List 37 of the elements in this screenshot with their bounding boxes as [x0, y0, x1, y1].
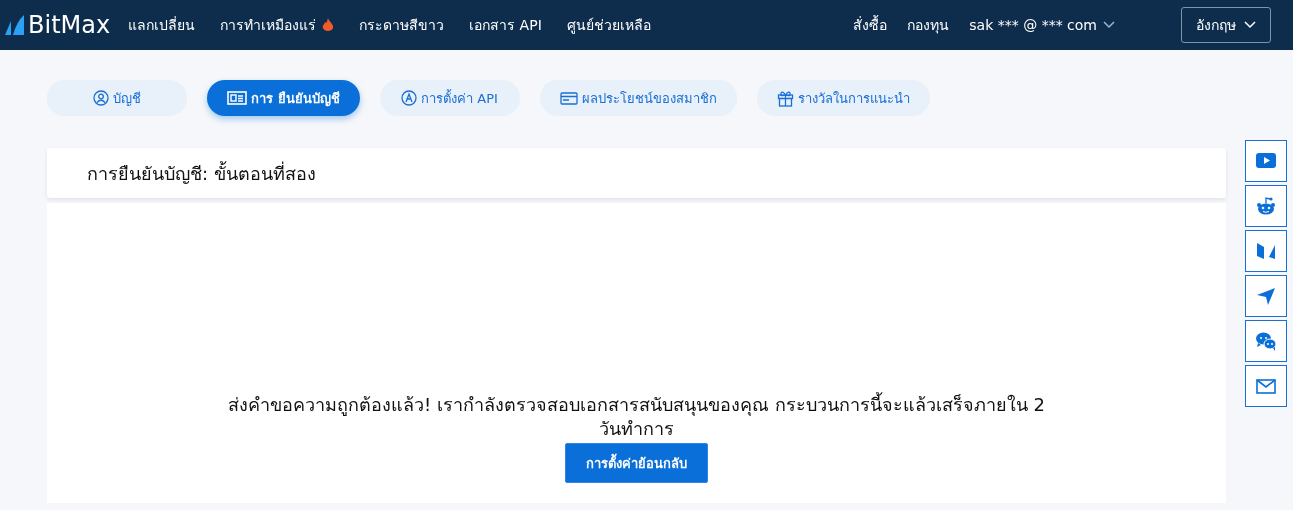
language-dropdown[interactable]: อังกฤษ	[1181, 7, 1271, 43]
id-card-icon	[227, 91, 247, 105]
tab[interactable]: การตั้งค่า API	[379, 80, 520, 116]
tab[interactable]: บัญชี	[47, 80, 187, 116]
account-menu[interactable]: sak *** @ *** com	[969, 17, 1115, 33]
chevron-down-icon	[1244, 21, 1256, 29]
social-link[interactable]	[1245, 275, 1287, 317]
card-icon	[559, 91, 578, 105]
chat-icon	[1255, 330, 1277, 352]
m-letter-icon	[1255, 240, 1277, 262]
tab[interactable]: การ ยืนยันบัญชี	[207, 80, 360, 116]
robot-icon	[1255, 195, 1277, 217]
logo-icon	[5, 15, 25, 35]
nav-link[interactable]: กองทุน	[907, 14, 950, 36]
social-link[interactable]	[1245, 365, 1287, 407]
nav-link[interactable]: ศูนย์ช่วยเหลือ	[566, 14, 651, 36]
nav-link[interactable]: กระดาษสีขาว	[359, 14, 445, 36]
tab[interactable]: ผลประโยชน์ของสมาชิก	[539, 80, 737, 116]
letter-icon	[401, 90, 418, 106]
card-title: การยืนยันบัญชี: ขั้นตอนที่สอง	[87, 160, 316, 186]
chevron-down-icon	[1103, 21, 1115, 29]
send-icon	[1255, 285, 1277, 307]
flame-icon	[322, 17, 335, 33]
nav-link[interactable]: สั่งซื้อ	[853, 14, 888, 36]
social-link[interactable]	[1245, 320, 1287, 362]
reset-button[interactable]: การตั้งค่าย้อนกลับ	[565, 443, 708, 483]
status-message: ส่งคำขอความถูกต้องแล้ว! เรากำลังตรวจสอบเอกสารสนับสนุนของคุณ กระบวนการนี้จะแล้วเสร็จภายใน 2 วันทำการ	[227, 393, 1046, 441]
gift-icon	[776, 89, 794, 107]
nav-link[interactable]: การทำเหมืองแร่	[220, 14, 335, 36]
social-link[interactable]	[1245, 185, 1287, 227]
nav-link[interactable]: เอกสาร API	[469, 14, 542, 36]
nav-link[interactable]: แลกเปลี่ยน	[128, 14, 196, 36]
social-link[interactable]	[1245, 230, 1287, 272]
social-link[interactable]	[1245, 140, 1287, 182]
user-icon	[93, 90, 109, 106]
logo-text[interactable]: BitMax	[28, 11, 111, 39]
tab[interactable]: รางวัลในการแนะนำ	[756, 80, 930, 116]
